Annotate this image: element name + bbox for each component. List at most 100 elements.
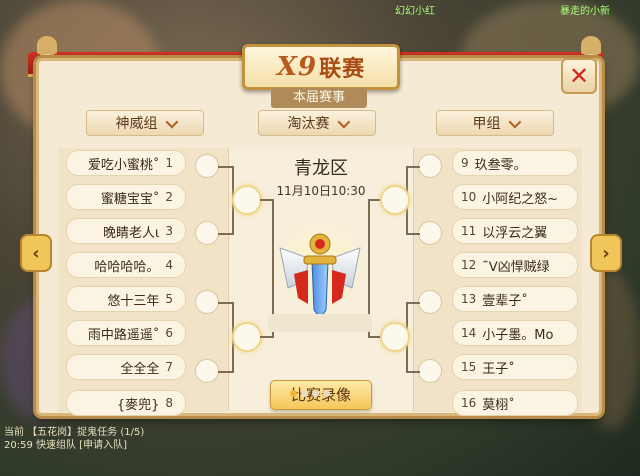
bracket-line bbox=[260, 336, 272, 338]
player-entry[interactable]: 15 王子˚ bbox=[452, 354, 578, 380]
next-page-button[interactable]: › bbox=[590, 234, 622, 272]
panel-subtitle: 本届赛事 bbox=[271, 88, 367, 108]
bracket-slot-circle bbox=[195, 359, 219, 383]
player-name: {麥兜} bbox=[116, 397, 160, 413]
player-name: 爱吃小蜜桃˚ bbox=[87, 157, 160, 173]
pillar-cap bbox=[37, 36, 57, 54]
game-player-name: 幻幻小红 bbox=[395, 6, 435, 17]
seed-number: 2 bbox=[165, 190, 173, 204]
bracket-line bbox=[406, 371, 420, 373]
bracket-line bbox=[260, 199, 272, 201]
tournament-banner: X9 联赛 bbox=[242, 44, 400, 90]
bracket-slot-circle bbox=[418, 154, 442, 178]
player-name: 悠十三年 bbox=[107, 293, 160, 309]
division-dropdown-label: 甲组 bbox=[472, 116, 501, 132]
seed-number: 12 bbox=[461, 258, 477, 272]
chat-line[interactable]: 20:59 快速组队 [申请入队] bbox=[4, 439, 144, 452]
player-entry[interactable]: 悠十三年 5 bbox=[66, 286, 186, 312]
player-entry[interactable]: 9 玖叁零。 bbox=[452, 150, 578, 176]
close-icon: ✕ bbox=[568, 62, 590, 90]
prev-page-button[interactable]: ‹ bbox=[20, 234, 52, 272]
player-entry[interactable]: 10 小阿纪之怒~ bbox=[452, 184, 578, 210]
chevron-left-icon: ‹ bbox=[32, 242, 40, 264]
bracket-line bbox=[218, 371, 232, 373]
bracket-slot-circle bbox=[418, 221, 442, 245]
seed-number: 3 bbox=[165, 224, 173, 238]
page-dot bbox=[290, 390, 297, 397]
player-name: 全全全 bbox=[120, 361, 160, 377]
chat-line: 当前 【五花岗】捉鬼任务 (1/5) bbox=[4, 427, 145, 438]
game-chat: 当前 【五花岗】捉鬼任务 (1/5) 20:59 快速组队 [申请入队] bbox=[4, 426, 144, 452]
seed-number: 7 bbox=[165, 360, 173, 374]
seed-number: 1 bbox=[165, 156, 173, 170]
bracket-slot-circle bbox=[195, 221, 219, 245]
semifinal-slot-circle bbox=[232, 322, 262, 352]
chevron-down-icon bbox=[165, 115, 178, 128]
seed-number: 15 bbox=[461, 360, 477, 374]
player-name: 小子墨。Mo bbox=[482, 327, 554, 343]
semifinal-slot-circle bbox=[380, 322, 410, 352]
trophy-emblem-icon bbox=[272, 218, 368, 319]
player-entry[interactable]: 哈哈哈哈。 4 bbox=[66, 252, 186, 278]
player-entry[interactable]: {麥兜} 8 bbox=[66, 390, 186, 416]
seed-number: 10 bbox=[461, 190, 477, 204]
player-entry[interactable]: 全全全 7 bbox=[66, 354, 186, 380]
page-dot bbox=[312, 390, 319, 397]
pillar-cap bbox=[581, 36, 601, 54]
match-time: 11月10日10:30 bbox=[276, 184, 366, 198]
stage-dropdown-label: 淘汰赛 bbox=[287, 116, 330, 132]
player-name: 哈哈哈哈。 bbox=[94, 259, 160, 275]
bracket-slot-circle bbox=[418, 359, 442, 383]
player-entry[interactable]: 11 以浮云之翼 bbox=[452, 218, 578, 244]
seed-number: 8 bbox=[165, 396, 173, 410]
seed-number: 9 bbox=[461, 156, 469, 170]
stage-dropdown[interactable]: 淘汰赛 bbox=[258, 110, 376, 136]
player-name: 王子˚ bbox=[482, 361, 515, 377]
player-name: ˜ᐯ凶悍贼绿 bbox=[482, 259, 550, 275]
group-dropdown-label: 神威组 bbox=[115, 116, 158, 132]
player-name: 以浮云之翼 bbox=[482, 225, 548, 241]
chevron-down-icon bbox=[508, 115, 521, 128]
game-player-name: 暴走的小新 bbox=[560, 6, 610, 17]
champion-slot bbox=[268, 314, 372, 332]
player-entry[interactable]: 14 小子墨。Mo bbox=[452, 320, 578, 346]
seed-number: 16 bbox=[461, 396, 477, 410]
player-name: 小阿纪之怒~ bbox=[482, 191, 559, 207]
player-entry[interactable]: 12 ˜ᐯ凶悍贼绿 bbox=[452, 252, 578, 278]
bracket-line bbox=[218, 233, 232, 235]
player-name: 晚睛老人ι bbox=[102, 225, 160, 241]
close-button[interactable]: ✕ bbox=[561, 58, 597, 94]
zone-title: 青龙区 bbox=[294, 158, 348, 179]
page-dot bbox=[301, 390, 308, 397]
seed-number: 13 bbox=[461, 292, 477, 306]
player-entry[interactable]: 爱吃小蜜桃˚ 1 bbox=[66, 150, 186, 176]
player-name: 玖叁零。 bbox=[474, 157, 527, 173]
player-entry[interactable]: 雨中路遥遥˚ 6 bbox=[66, 320, 186, 346]
player-entry[interactable]: 16 莫栩˚ bbox=[452, 390, 578, 416]
seed-number: 4 bbox=[165, 258, 173, 272]
player-entry[interactable]: 晚睛老人ι 3 bbox=[66, 218, 186, 244]
player-name: 蜜糖宝宝˚ bbox=[100, 191, 160, 207]
player-name: 壹辈子˚ bbox=[482, 293, 528, 309]
seed-number: 11 bbox=[461, 224, 477, 238]
group-dropdown[interactable]: 神威组 bbox=[86, 110, 204, 136]
bracket-slot-circle bbox=[418, 290, 442, 314]
seed-number: 14 bbox=[461, 326, 477, 340]
player-entry[interactable]: 13 壹辈子˚ bbox=[452, 286, 578, 312]
page-dot bbox=[323, 390, 330, 397]
chevron-right-icon: › bbox=[602, 242, 610, 264]
division-dropdown[interactable]: 甲组 bbox=[436, 110, 554, 136]
page-indicator bbox=[290, 390, 330, 397]
banner-prefix: X9 bbox=[276, 52, 318, 82]
player-entry[interactable]: 蜜糖宝宝˚ 2 bbox=[66, 184, 186, 210]
bracket-line bbox=[406, 302, 420, 304]
bracket-line bbox=[218, 302, 232, 304]
bracket-slot-circle bbox=[195, 154, 219, 178]
seed-number: 5 bbox=[165, 292, 173, 306]
banner-title: 联赛 bbox=[319, 57, 366, 82]
seed-number: 6 bbox=[165, 326, 173, 340]
player-name: 莫栩˚ bbox=[482, 397, 515, 413]
chevron-down-icon bbox=[337, 115, 350, 128]
bracket-line bbox=[406, 233, 420, 235]
player-name: 雨中路遥遥˚ bbox=[87, 327, 160, 343]
